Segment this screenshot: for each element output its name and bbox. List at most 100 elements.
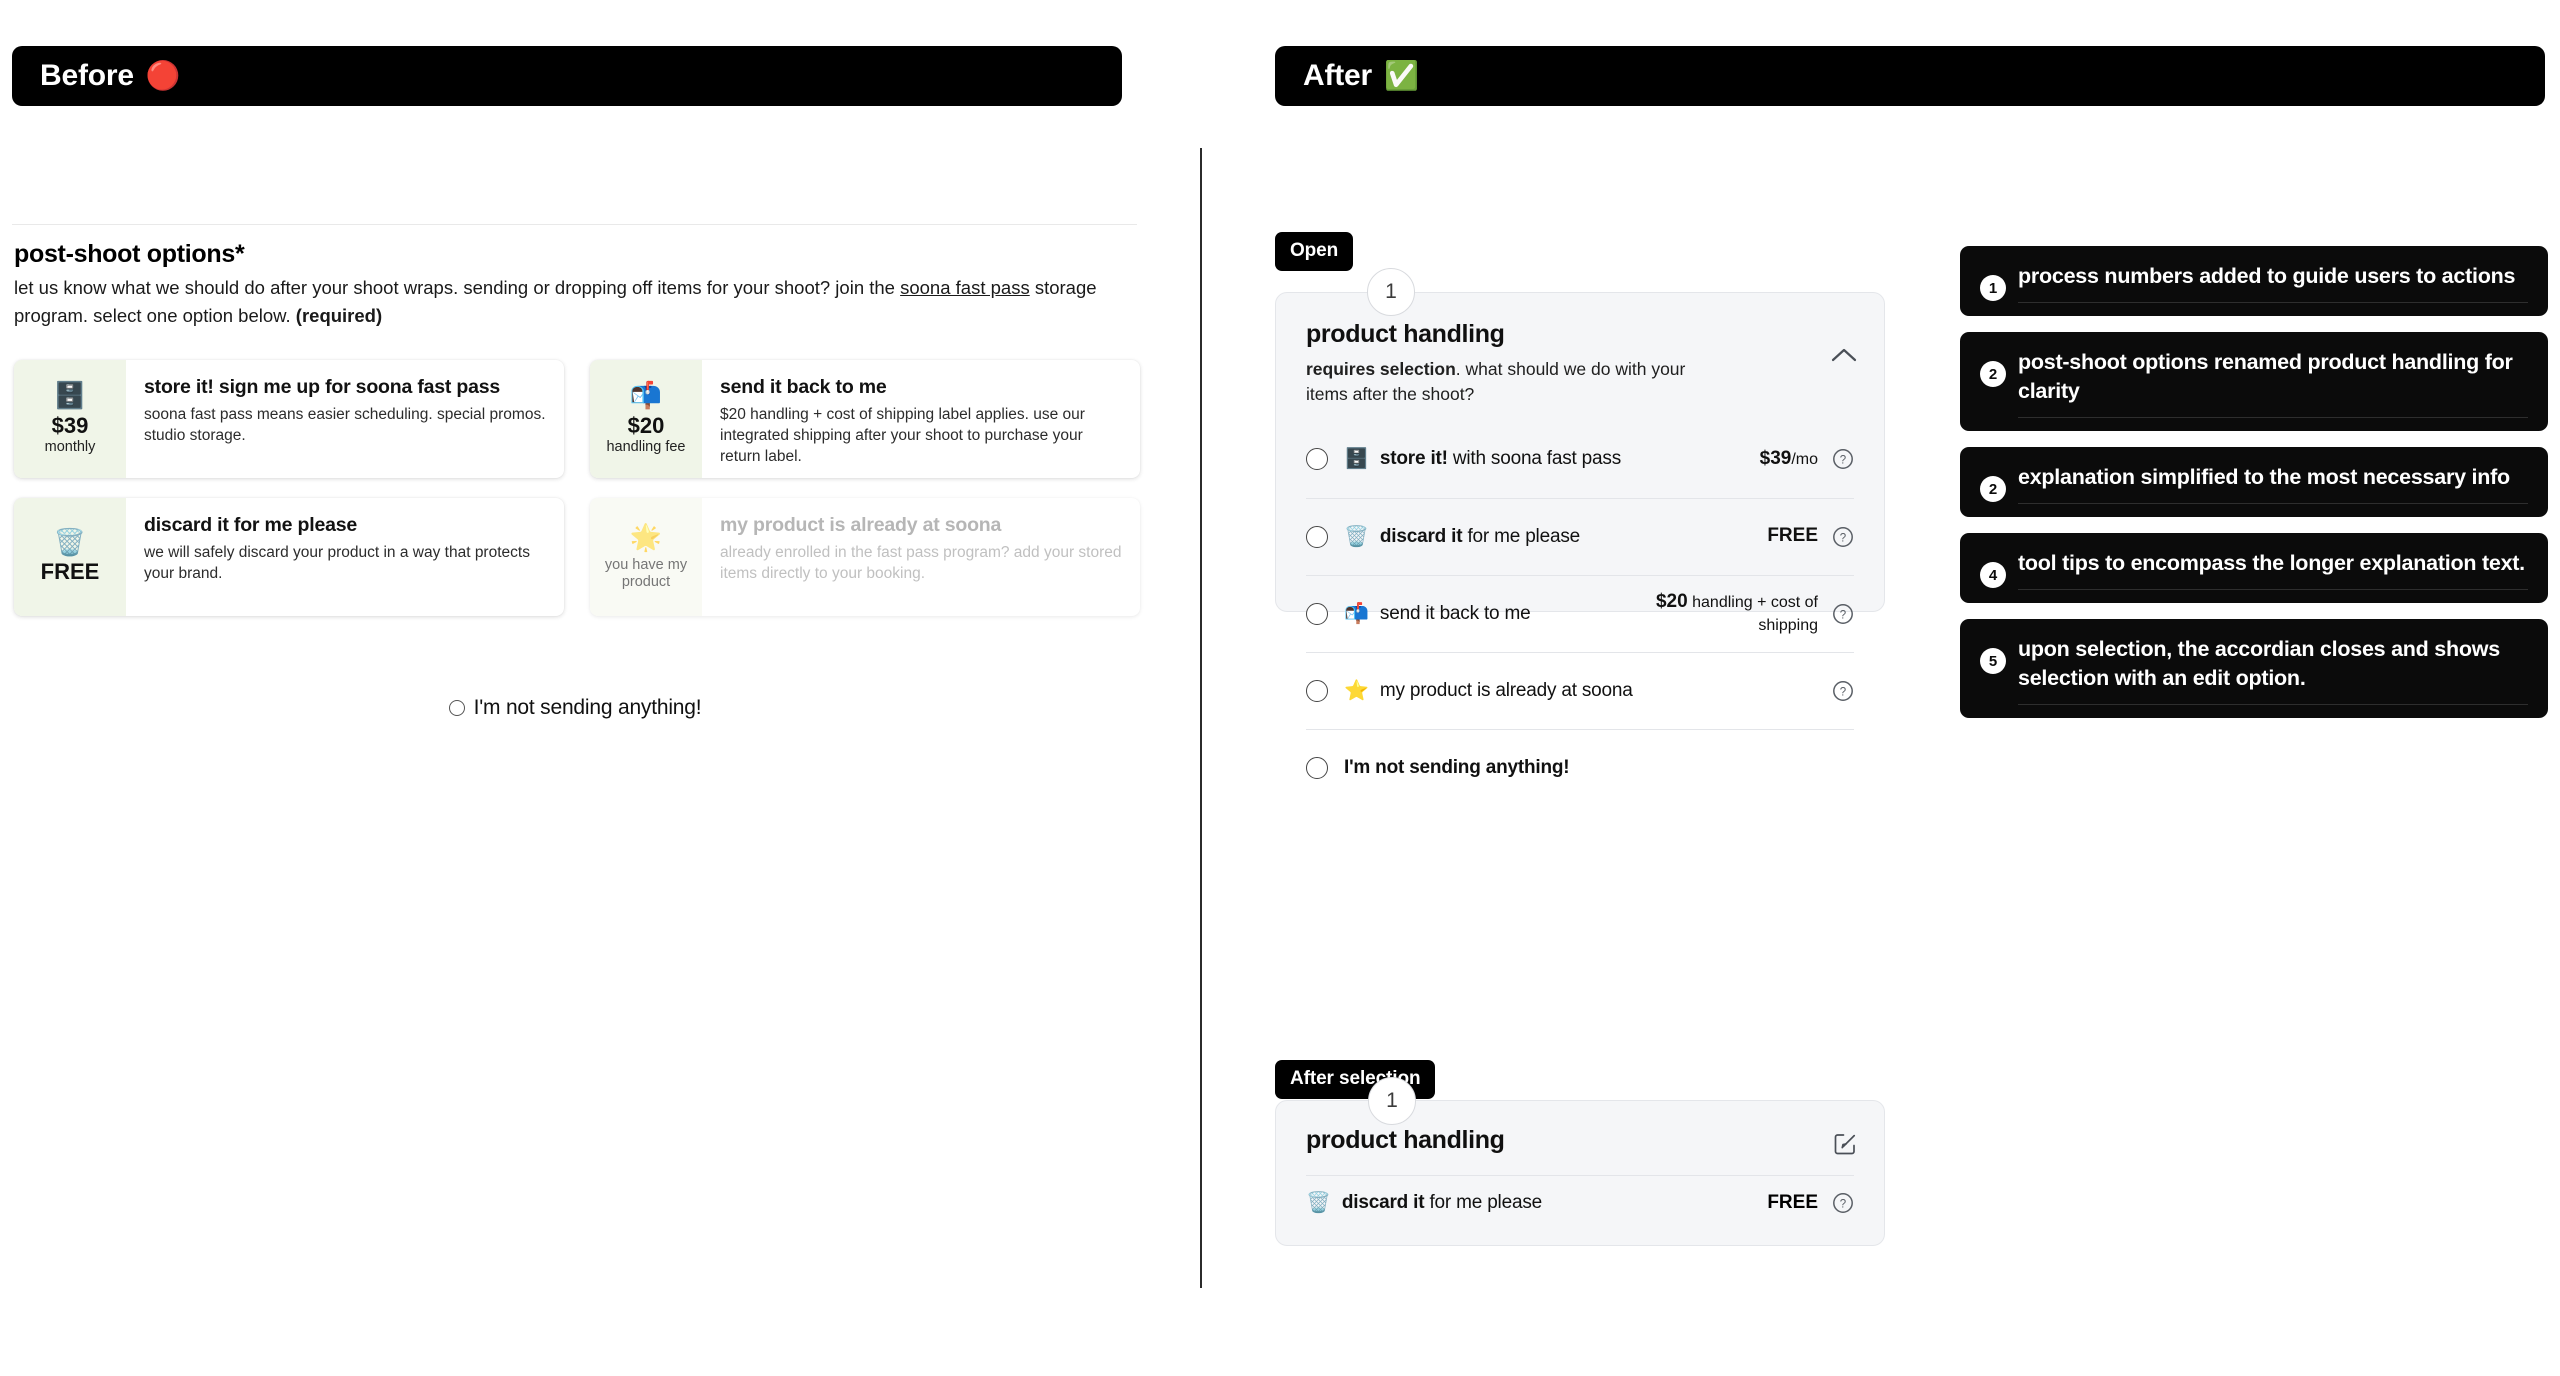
annotation-text: explanation simplified to the most neces…	[2018, 463, 2528, 504]
selected-option-label: discard it for me please	[1342, 1192, 1767, 1214]
wastebasket-emoji-icon: 🗑️	[1344, 525, 1369, 548]
price-amount: $39	[1759, 447, 1792, 469]
option-row-already-at-soona[interactable]: ⭐ my product is already at soona ?	[1306, 651, 1854, 729]
tag-open-state: Open	[1275, 232, 1354, 271]
accordion-header[interactable]: product handling requires selection. wha…	[1276, 293, 1884, 407]
soona-fast-pass-link[interactable]: soona fast pass	[900, 277, 1030, 298]
option-row-label-bold: I'm not sending anything!	[1344, 756, 1570, 778]
option-price-badge: 🌟 you have my product	[590, 498, 702, 616]
option-description: $20 handling + cost of shipping label ap…	[720, 406, 1085, 465]
option-card-store-it[interactable]: 🗄️ $39 monthly store it! sign me up for …	[14, 360, 564, 478]
option-row-send-back[interactable]: 📬 send it back to me $20 handling + cost…	[1306, 574, 1854, 652]
after-header-label: After	[1303, 59, 1373, 92]
price-unit: /mo	[1791, 450, 1818, 468]
radio-button-icon[interactable]	[1306, 756, 1328, 779]
red-circle-emoji-icon: 🔴	[145, 60, 181, 91]
option-title: discard it for me please	[144, 514, 358, 536]
annotation-number: 1	[1980, 275, 2006, 301]
annotation-number: 2	[1980, 361, 2006, 387]
svg-text:?: ?	[1840, 686, 1846, 698]
option-row-label-rest: send it back to me	[1379, 602, 1531, 624]
option-row-label-bold: discard it	[1379, 525, 1463, 547]
accordion-options-list: 🗄️ store it! with soona fast pass $39/mo…	[1276, 421, 1884, 806]
help-tooltip-icon[interactable]: ?	[1832, 603, 1854, 625]
option-card-send-back[interactable]: 📬 $20 handling fee send it back to me $2…	[590, 360, 1140, 478]
option-row-label: send it back to me	[1380, 603, 1650, 625]
mailbox-emoji-icon: 📬	[1344, 602, 1369, 625]
option-price-badge: 🗑️ FREE	[14, 498, 126, 616]
option-title: my product is already at soona	[720, 514, 1002, 536]
radio-button-icon[interactable]	[448, 700, 465, 716]
mailbox-emoji-icon: 📬	[629, 380, 663, 411]
option-body: store it! sign me up for soona fast pass…	[126, 360, 564, 478]
option-row-label-rest: with soona fast pass	[1447, 448, 1622, 469]
accordion-subtitle: requires selection. what should we do wi…	[1306, 357, 1726, 407]
accordion-product-handling-open: product handling requires selection. wha…	[1275, 292, 1885, 779]
page-title: post-shoot options*	[14, 240, 245, 268]
glowing-star-emoji-icon: 🌟	[629, 521, 663, 552]
accordion-product-handling-closed: product handling 🗑️ discard it for me pl…	[1275, 1100, 1885, 1246]
annotation-item: 2 post-shoot options renamed product han…	[1960, 332, 2548, 431]
section-divider	[12, 224, 1137, 225]
price-unit: handling + cost of shipping	[1687, 593, 1818, 634]
option-body: my product is already at soona already e…	[702, 498, 1140, 616]
option-price-sub: monthly	[44, 438, 96, 455]
option-price: FREE	[40, 559, 100, 585]
check-mark-emoji-icon: ✅	[1384, 60, 1419, 91]
option-row-discard[interactable]: 🗑️ discard it for me please FREE ?	[1306, 497, 1854, 575]
edit-pencil-icon[interactable]	[1832, 1131, 1858, 1157]
option-row-not-sending[interactable]: I'm not sending anything!	[1306, 728, 1854, 806]
selected-option-label-rest: for me please	[1424, 1191, 1542, 1213]
option-card-discard[interactable]: 🗑️ FREE discard it for me please we will…	[14, 498, 564, 616]
option-row-price: $20 handling + cost of shipping	[1650, 591, 1818, 637]
accordion-header-closed[interactable]: product handling	[1276, 1101, 1884, 1155]
after-panel: After ✅ Open 1 product handling requires…	[1200, 0, 2560, 1376]
option-price-badge: 📬 $20 handling fee	[590, 360, 702, 478]
help-tooltip-icon[interactable]: ?	[1832, 1192, 1854, 1214]
selected-option-row: 🗑️ discard it for me please FREE ?	[1276, 1176, 1884, 1214]
option-body: discard it for me please we will safely …	[126, 498, 564, 616]
help-tooltip-icon[interactable]: ?	[1832, 448, 1854, 470]
step-number-bubble-open: 1	[1367, 268, 1415, 316]
not-sending-anything-option[interactable]: I'm not sending anything!	[0, 696, 1150, 720]
price-amount: FREE	[1767, 525, 1818, 546]
option-card-already-at-soona[interactable]: 🌟 you have my product my product is alre…	[590, 498, 1140, 616]
help-tooltip-icon[interactable]: ?	[1832, 526, 1854, 548]
option-row-store-it[interactable]: 🗄️ store it! with soona fast pass $39/mo…	[1306, 421, 1854, 498]
option-body: send it back to me $20 handling + cost o…	[702, 360, 1140, 478]
annotation-number: 4	[1980, 562, 2006, 588]
option-title: send it back to me	[720, 376, 887, 398]
option-price-badge: 🗄️ $39 monthly	[14, 360, 126, 478]
option-row-price: $39/mo	[1760, 448, 1818, 471]
option-row-label: I'm not sending anything!	[1344, 757, 1854, 779]
file-cabinet-emoji-icon: 🗄️	[53, 380, 87, 411]
annotation-text: post-shoot options renamed product handl…	[2018, 348, 2528, 418]
selected-option-label-bold: discard it	[1341, 1191, 1425, 1213]
before-panel: Before 🔴 post-shoot options* let us know…	[0, 0, 1150, 1376]
star-emoji-icon: ⭐	[1344, 679, 1369, 702]
annotation-item: 1 process numbers added to guide users t…	[1960, 246, 2548, 316]
option-price-sub: handling fee	[606, 438, 686, 455]
option-title: store it! sign me up for soona fast pass	[144, 376, 501, 398]
option-row-label-rest: my product is already at soona	[1379, 679, 1633, 701]
annotation-list: 1 process numbers added to guide users t…	[1960, 246, 2548, 718]
not-sending-label: I'm not sending anything!	[473, 696, 702, 719]
option-description: we will safely discard your product in a…	[144, 544, 530, 582]
option-description: soona fast pass means easier scheduling.…	[144, 406, 546, 444]
radio-button-icon[interactable]	[1306, 448, 1328, 470]
radio-button-icon[interactable]	[1306, 679, 1328, 702]
price-amount: $20	[1655, 590, 1688, 612]
annotation-text: process numbers added to guide users to …	[2018, 262, 2528, 303]
wastebasket-emoji-icon: 🗑️	[53, 526, 87, 557]
chevron-up-icon[interactable]	[1830, 341, 1858, 369]
comparison-page: Before 🔴 post-shoot options* let us know…	[0, 0, 2560, 1376]
annotation-item: 5 upon selection, the accordian closes a…	[1960, 619, 2548, 718]
option-price: $39	[51, 412, 89, 438]
help-tooltip-icon[interactable]: ?	[1832, 680, 1854, 702]
annotation-item: 2 explanation simplified to the most nec…	[1960, 447, 2548, 517]
file-cabinet-emoji-icon: 🗄️	[1344, 448, 1369, 470]
radio-button-icon[interactable]	[1306, 525, 1328, 548]
svg-text:?: ?	[1840, 609, 1846, 621]
radio-button-icon[interactable]	[1306, 602, 1328, 625]
option-row-label: discard it for me please	[1380, 526, 1767, 548]
